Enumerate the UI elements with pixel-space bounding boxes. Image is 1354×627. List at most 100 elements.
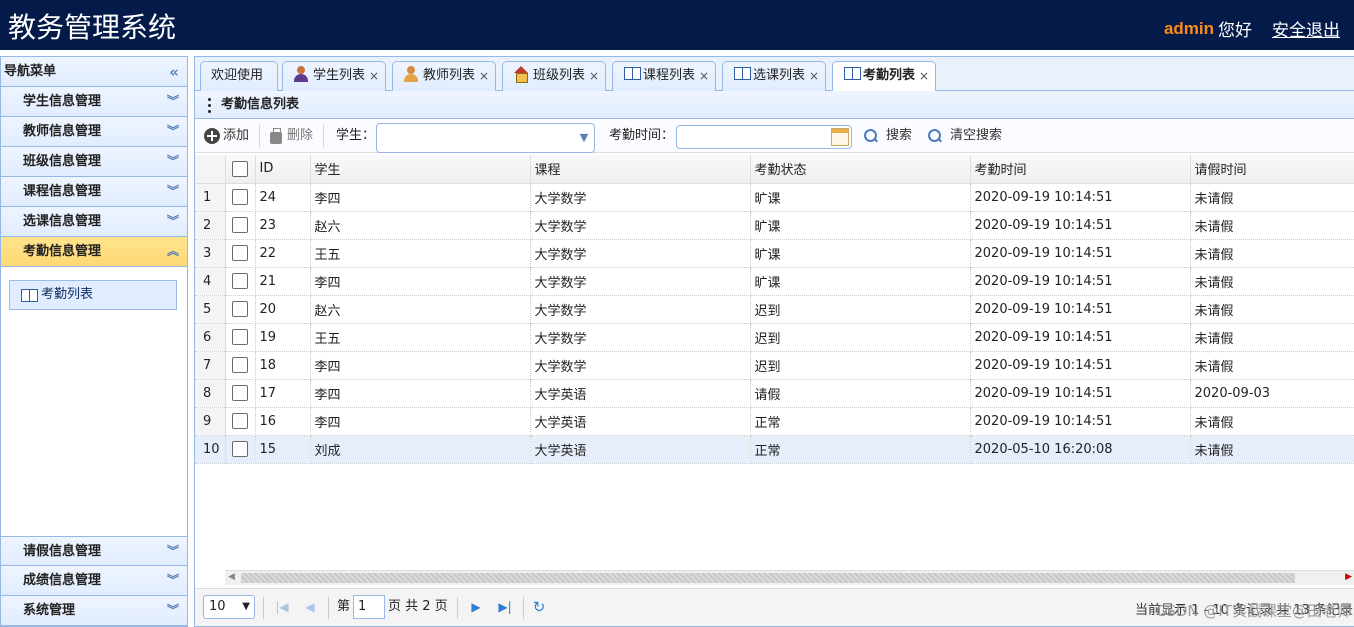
column-header[interactable]: 考勤状态 — [750, 155, 971, 184]
chevron-down-icon: ▼ — [242, 601, 250, 612]
column-header[interactable]: ID — [255, 155, 311, 184]
sidebar-item-course[interactable]: 课程信息管理 ︾ — [1, 177, 187, 207]
sidebar-item-label: 请假信息管理 — [23, 544, 102, 559]
delete-button[interactable]: 删除 — [268, 125, 313, 147]
book-icon — [623, 66, 641, 82]
row-number: 3 — [195, 239, 226, 268]
tab-label: 学生列表 — [313, 68, 366, 83]
refresh-icon[interactable]: ↻ — [531, 599, 547, 615]
table-row[interactable]: 1 24 李四 大学数学 旷课 2020-09-19 10:14:51 未请假 — [195, 183, 1354, 212]
row-checkbox[interactable] — [232, 357, 248, 373]
student-select[interactable]: ▼ — [376, 123, 595, 153]
row-checkbox[interactable] — [232, 413, 248, 429]
column-header[interactable]: 考勤时间 — [970, 155, 1191, 184]
tab-label: 教师列表 — [423, 68, 476, 83]
table-row[interactable]: 9 16 李四 大学英语 正常 2020-09-19 10:14:51 未请假 — [195, 407, 1354, 436]
row-checkbox[interactable] — [232, 385, 248, 401]
add-icon — [204, 128, 220, 144]
close-icon[interactable]: × — [589, 62, 599, 90]
close-icon[interactable]: × — [809, 62, 819, 90]
page-label-post: 页 共 2 页 — [388, 599, 448, 614]
calendar-icon[interactable] — [831, 128, 849, 146]
sidebar: 导航菜单 « 学生信息管理 ︾ 教师信息管理 ︾ 班级信息管理 ︾ 课程信息管理 ︾ 选… — [0, 56, 188, 627]
row-checkbox[interactable] — [232, 189, 248, 205]
app-header: 教务管理系统 admin 您好 安全退出 — [0, 0, 1354, 50]
first-page-icon[interactable]: |◀ — [274, 599, 290, 615]
column-header[interactable]: 课程 — [530, 155, 751, 184]
select-all-checkbox[interactable] — [232, 160, 248, 177]
page-size-select[interactable]: 10 ▼ — [203, 595, 255, 619]
next-page-icon[interactable]: ▶ — [468, 599, 484, 615]
chevron-down-icon[interactable]: ▼ — [574, 124, 594, 152]
sidebar-item-grades[interactable]: 成绩信息管理 ︾ — [1, 566, 187, 596]
page-label-pre: 第 — [337, 599, 351, 614]
tab-selection-list[interactable]: 选课列表 × — [722, 61, 826, 91]
prev-page-icon[interactable]: ◀ — [302, 599, 318, 615]
sidebar-item-label: 教师信息管理 — [23, 124, 102, 139]
table-row[interactable]: 7 18 李四 大学数学 迟到 2020-09-19 10:14:51 未请假 — [195, 351, 1354, 380]
sidebar-item-selection[interactable]: 选课信息管理 ︾ — [1, 207, 187, 237]
last-page-icon[interactable]: ▶| — [497, 599, 513, 615]
row-number: 1 — [195, 183, 226, 212]
tab-course-list[interactable]: 课程列表 × — [612, 61, 716, 91]
cell-course: 大学数学 — [530, 323, 751, 352]
scroll-right-icon[interactable]: ▶ — [1345, 572, 1352, 582]
clear-search-button[interactable]: 清空搜索 — [927, 125, 1002, 147]
cell-course: 大学数学 — [530, 351, 751, 380]
logout-link[interactable]: 安全退出 — [1272, 16, 1340, 41]
student-icon — [293, 66, 309, 82]
scroll-left-icon[interactable]: ◀ — [228, 572, 235, 582]
sidebar-item-student[interactable]: 学生信息管理 ︾ — [1, 87, 187, 117]
select-all-header — [225, 155, 256, 184]
sidebar-item-attendance[interactable]: 考勤信息管理 ︽ — [1, 237, 187, 267]
greeting-text: 您好 — [1218, 21, 1252, 41]
sidebar-item-teacher[interactable]: 教师信息管理 ︾ — [1, 117, 187, 147]
collapse-left-icon[interactable]: « — [169, 57, 179, 87]
table-row[interactable]: 6 19 王五 大学数学 迟到 2020-09-19 10:14:51 未请假 — [195, 323, 1354, 352]
tab-student-list[interactable]: 学生列表 × — [282, 61, 386, 91]
sidebar-bottom-menu: 请假信息管理 ︾ 成绩信息管理 ︾ 系统管理 ︾ — [1, 536, 187, 626]
scrollbar-thumb[interactable] — [241, 573, 1295, 583]
close-icon[interactable]: × — [699, 62, 709, 90]
table-row[interactable]: 5 20 赵六 大学数学 迟到 2020-09-19 10:14:51 未请假 — [195, 295, 1354, 324]
column-header[interactable]: 学生 — [310, 155, 531, 184]
cell-status: 旷课 — [750, 267, 971, 296]
page-number-value: 1 — [358, 599, 367, 614]
table-row[interactable]: 10 15 刘成 大学英语 正常 2020-05-10 16:20:08 未请假 — [195, 435, 1354, 464]
tab-class-list[interactable]: 班级列表 × — [502, 61, 606, 91]
table-row[interactable]: 4 21 李四 大学数学 旷课 2020-09-19 10:14:51 未请假 — [195, 267, 1354, 296]
close-icon[interactable]: × — [369, 62, 379, 90]
row-checkbox[interactable] — [232, 217, 248, 233]
row-checkbox[interactable] — [232, 273, 248, 289]
sidebar-item-system[interactable]: 系统管理 ︾ — [1, 596, 187, 626]
row-checkbox[interactable] — [232, 301, 248, 317]
cell-id: 23 — [255, 211, 311, 240]
user-area: admin 您好 安全退出 — [1164, 16, 1340, 42]
sidebar-item-class[interactable]: 班级信息管理 ︾ — [1, 147, 187, 177]
row-checkbox[interactable] — [232, 441, 248, 457]
table-row[interactable]: 3 22 王五 大学数学 旷课 2020-09-19 10:14:51 未请假 — [195, 239, 1354, 268]
close-icon[interactable]: × — [919, 62, 929, 90]
submenu-item-attendance-list[interactable]: 考勤列表 — [9, 280, 177, 310]
row-checkbox[interactable] — [232, 245, 248, 261]
horizontal-scrollbar[interactable]: ◀ ▶ — [225, 570, 1354, 585]
page-number-input[interactable]: 1 — [353, 595, 385, 619]
row-checkbox[interactable] — [232, 329, 248, 345]
tab-bar: 欢迎使用 学生列表 × 教师列表 × 班级列表 × 课程列表 × 选课列表 × 考勤列表 × — [195, 57, 1354, 92]
cell-leave: 未请假 — [1190, 211, 1354, 240]
toolbar: 添加 删除 学生： ▼ 考勤时间： 搜索 清空搜索 — [195, 119, 1354, 153]
table-row[interactable]: 8 17 李四 大学英语 请假 2020-09-19 10:14:51 2020-09-03 — [195, 379, 1354, 408]
cell-leave: 未请假 — [1190, 351, 1354, 380]
table-row[interactable]: 2 23 赵六 大学数学 旷课 2020-09-19 10:14:51 未请假 — [195, 211, 1354, 240]
column-header[interactable]: 请假时间 — [1190, 155, 1354, 184]
tab-label: 课程列表 — [643, 68, 696, 83]
attendance-time-input[interactable] — [676, 125, 852, 149]
tab-welcome[interactable]: 欢迎使用 — [200, 61, 278, 91]
search-button[interactable]: 搜索 — [863, 125, 912, 147]
tab-teacher-list[interactable]: 教师列表 × — [392, 61, 496, 91]
sidebar-item-label: 成绩信息管理 — [23, 573, 102, 588]
tab-attendance-list[interactable]: 考勤列表 × — [832, 61, 936, 92]
sidebar-item-leave[interactable]: 请假信息管理 ︾ — [1, 536, 187, 566]
close-icon[interactable]: × — [479, 62, 489, 90]
add-button[interactable]: 添加 — [204, 125, 249, 147]
